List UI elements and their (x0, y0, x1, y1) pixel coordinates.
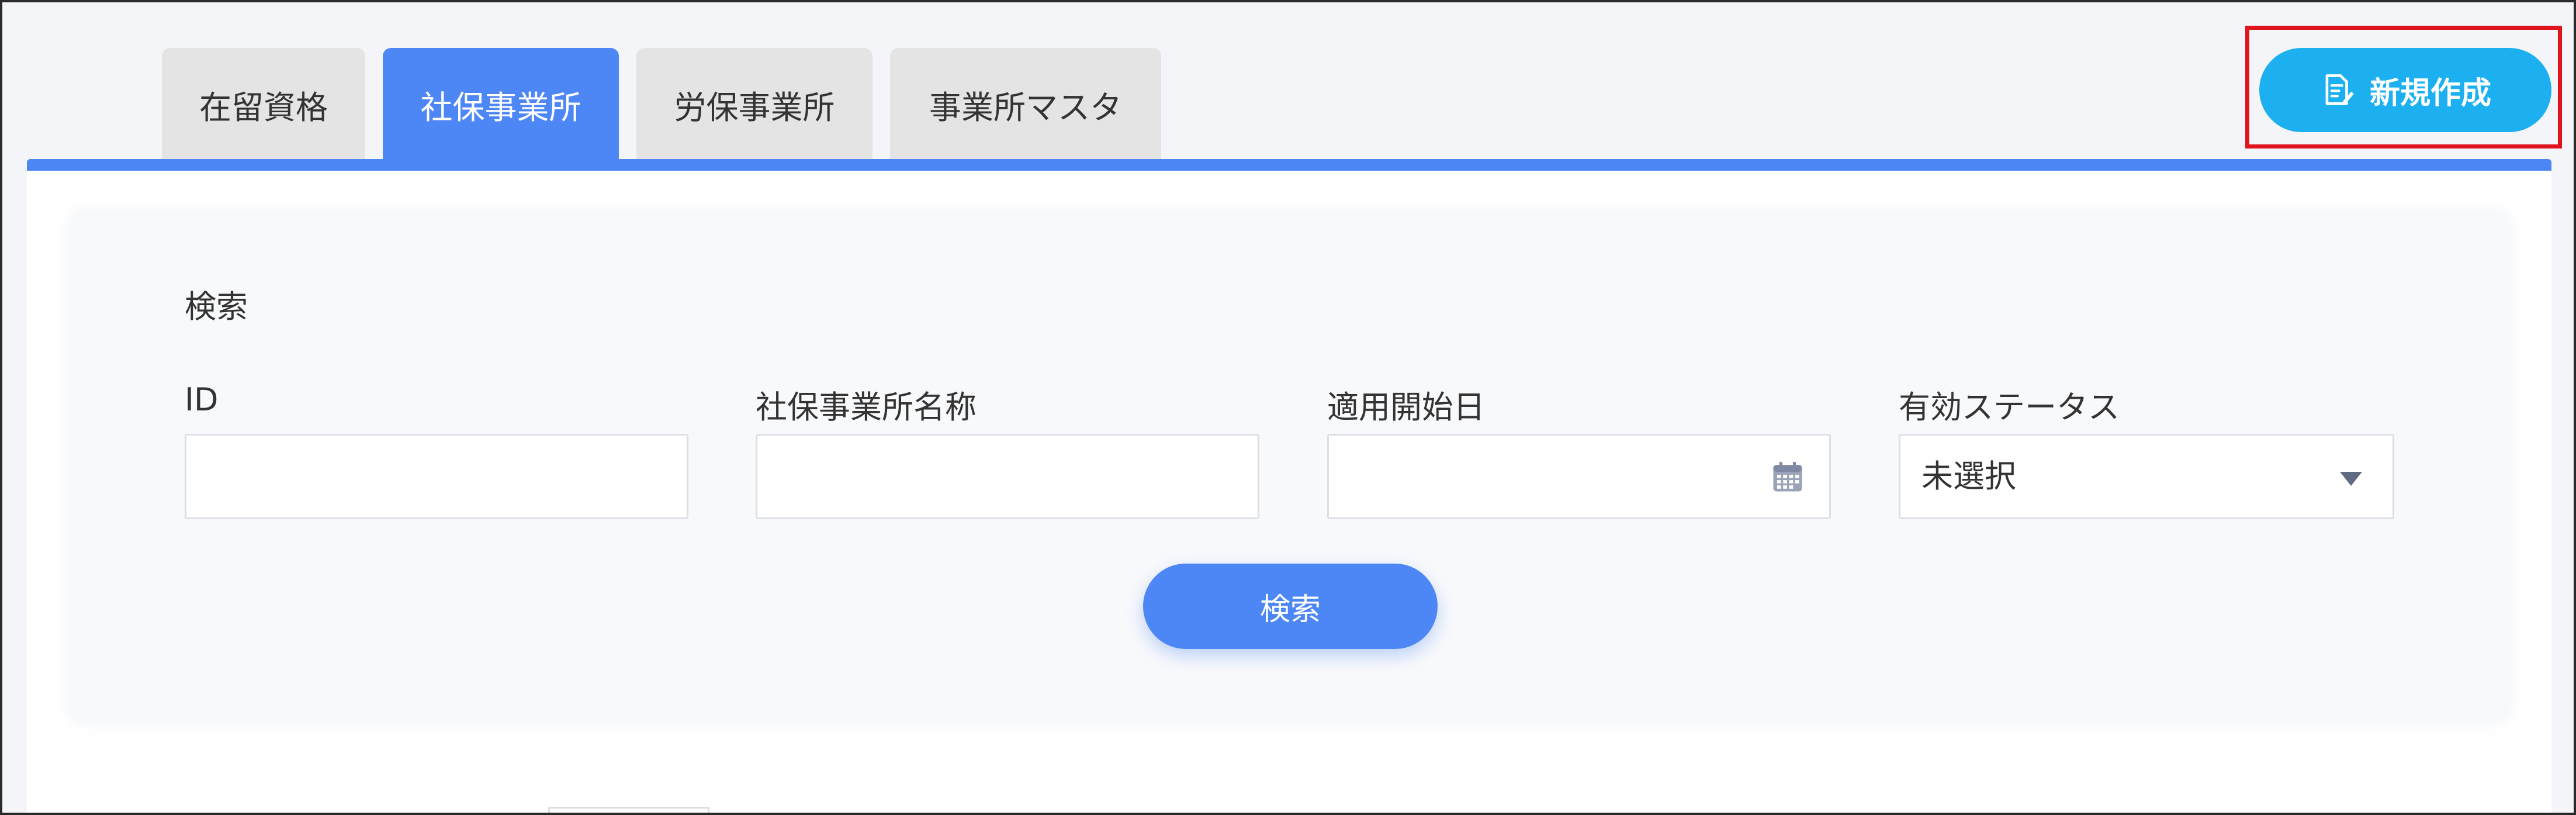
tab-office-master[interactable]: 事業所マスタ (890, 48, 1161, 161)
status-label: 有効ステータス (1899, 389, 2120, 426)
dropdown-arrow-icon (2340, 472, 2362, 486)
tab-residence-status[interactable]: 在留資格 (162, 48, 365, 161)
tab-labor-insurance-office[interactable]: 労保事業所 (636, 48, 872, 161)
start-date-input[interactable] (1327, 434, 1831, 519)
new-create-button[interactable]: 新規作成 (2259, 48, 2551, 132)
office-name-label: 社保事業所名称 (756, 389, 977, 426)
id-label: ID (185, 381, 219, 418)
tab-social-insurance-office[interactable]: 社保事業所 (383, 48, 619, 161)
tab-underline-bar (27, 159, 2551, 171)
id-input[interactable] (185, 434, 688, 519)
edit-document-icon (2319, 72, 2356, 108)
office-name-input[interactable] (756, 434, 1259, 519)
calendar-icon[interactable] (1770, 459, 1806, 495)
tab-bar: 在留資格 社保事業所 労保事業所 事業所マスタ (162, 48, 1161, 161)
app-frame: 在留資格 社保事業所 労保事業所 事業所マスタ 新規作成 検索 ID 社保事業所… (0, 0, 2576, 815)
start-date-label: 適用開始日 (1327, 389, 1485, 426)
search-title: 検索 (185, 288, 248, 325)
new-create-label: 新規作成 (2369, 75, 2491, 111)
status-select[interactable]: 未選択 (1899, 434, 2394, 519)
search-button[interactable]: 検索 (1143, 564, 1438, 649)
status-select-value: 未選択 (1921, 458, 2016, 495)
partial-element (548, 807, 709, 813)
